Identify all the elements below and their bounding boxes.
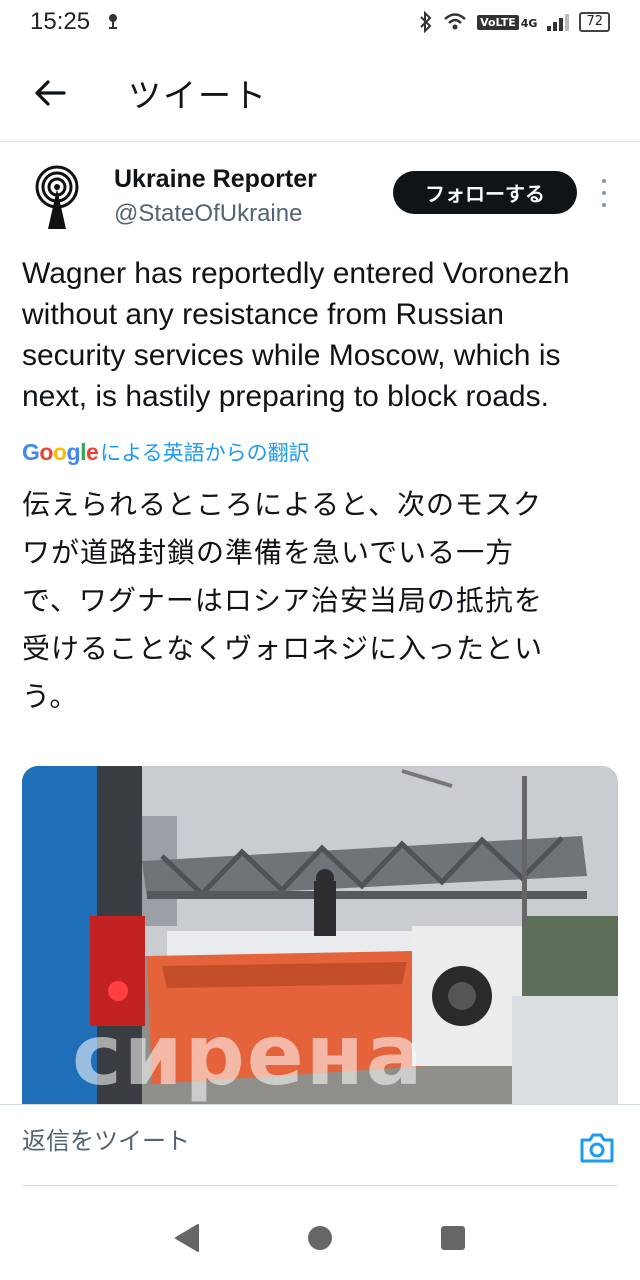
translation-attribution[interactable]: Google による英語からの翻訳: [22, 437, 640, 467]
bluetooth-icon: [420, 11, 432, 33]
more-dot-icon: [602, 203, 606, 207]
camera-button[interactable]: [578, 1131, 616, 1165]
app-header: ツイート: [0, 44, 640, 142]
more-dot-icon: [602, 191, 606, 195]
tweet-media-image[interactable]: сирена: [22, 766, 618, 1106]
system-nav-bar: [0, 1196, 640, 1280]
signal-icon: [547, 13, 570, 31]
notification-icon: [109, 14, 118, 29]
network-type: 4G: [520, 17, 538, 30]
google-logo: Google: [22, 438, 99, 465]
square-recents-icon: [441, 1226, 466, 1250]
status-time: 15:25: [30, 8, 91, 35]
author-handle[interactable]: @StateOfUkraine: [114, 200, 317, 228]
nav-home-button[interactable]: [300, 1218, 340, 1258]
author-display-name[interactable]: Ukraine Reporter: [114, 165, 317, 194]
camera-icon: [580, 1133, 614, 1163]
avatar[interactable]: [24, 165, 90, 231]
media-watermark: сирена: [72, 1006, 425, 1104]
arrow-left-icon: [35, 79, 66, 106]
translated-text: 伝えられるところによると、次のモスク ワが道路封鎖の準備を急いでいる一方 で、ワ…: [22, 488, 544, 713]
follow-button[interactable]: フォローする: [393, 171, 577, 214]
volte-badge: VoLTE: [477, 14, 519, 30]
wifi-icon: [444, 13, 466, 30]
triangle-back-icon: [174, 1224, 199, 1252]
reply-input[interactable]: [22, 1127, 522, 1155]
translation-label[interactable]: による英語からの翻訳: [100, 437, 309, 467]
broadcast-logo-icon: [35, 165, 79, 229]
back-button[interactable]: [0, 44, 100, 142]
circle-home-icon: [307, 1226, 332, 1250]
nav-back-button[interactable]: [167, 1218, 207, 1258]
page-title: ツイート: [128, 75, 268, 115]
author-row: Ukraine Reporter @StateOfUkraine フォローする: [0, 143, 640, 243]
status-bar: 15:25 VoLTE 4G 72: [0, 0, 640, 44]
more-dot-icon: [602, 179, 606, 183]
tweet-text: Wagner has reportedly entered Voronezh w…: [22, 257, 570, 413]
nav-recents-button[interactable]: [433, 1218, 473, 1258]
battery-indicator: 72: [579, 12, 610, 32]
reply-bar: [0, 1104, 640, 1186]
tweet: Ukraine Reporter @StateOfUkraine フォローする …: [0, 143, 640, 721]
reply-divider: [22, 1185, 618, 1186]
more-options-button[interactable]: [596, 179, 612, 207]
